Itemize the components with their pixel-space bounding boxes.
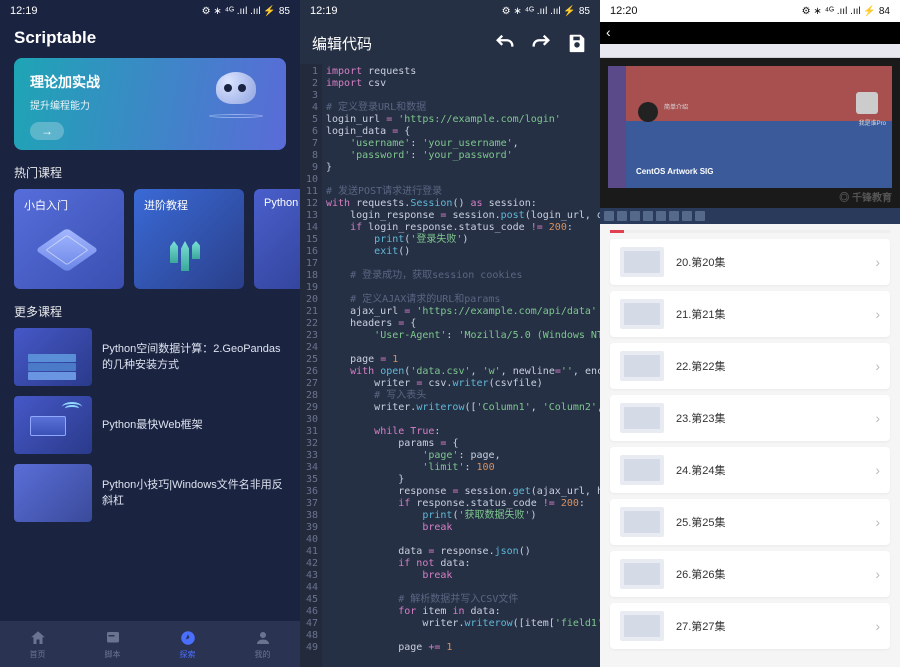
redo-icon[interactable] [530, 32, 552, 54]
desktop-taskbar [600, 208, 900, 224]
episode-title: 25.第25集 [676, 514, 863, 530]
cube-icon [40, 225, 96, 275]
chevron-right-icon: › [875, 358, 880, 374]
hot-courses-row[interactable]: 小白入门 进阶教程 Python [0, 189, 300, 303]
key-icon [638, 102, 658, 122]
video-course-panel: 12:20 ⚙ ∗ ⁴ᴳ .ııl .ııl ⚡ 84 ‹ 简单介绍 我是谁Pr… [600, 0, 900, 667]
more-courses-label: 更多课程 [0, 303, 300, 328]
course-card-python[interactable]: Python [254, 189, 300, 289]
code-content[interactable]: import requestsimport csv # 定义登录URL和数据lo… [322, 64, 600, 667]
status-time: 12:19 [10, 5, 38, 17]
course-list[interactable]: Python空间数据计算：2.GeoPandas的几种安装方式 Python最快… [0, 328, 300, 522]
episode-item[interactable]: 21.第21集 › [610, 291, 890, 337]
code-editor-panel: 12:19 ⚙ ∗ ⁴ᴳ .ııl .ııl ⚡ 85 编辑代码 1234567… [300, 0, 600, 667]
episode-title: 24.第24集 [676, 462, 863, 478]
status-bar: 12:19 ⚙ ∗ ⁴ᴳ .ııl .ııl ⚡ 85 [300, 0, 600, 22]
episode-title: 27.第27集 [676, 618, 863, 634]
crystals-icon [160, 225, 216, 275]
status-time: 12:20 [610, 5, 638, 17]
list-item[interactable]: Python小技巧|Windows文件名非用反斜杠 [14, 464, 286, 522]
back-chevron-icon[interactable]: ‹ [606, 24, 611, 40]
window-chrome [600, 44, 900, 58]
watermark: ◎ 千锋教育 [839, 189, 892, 204]
video-caption: CentOS Artwork SIG [636, 167, 714, 176]
scriptable-app-panel: 12:19 ⚙ ∗ ⁴ᴳ .ııl .ııl ⚡ 85 Scriptable 理… [0, 0, 300, 667]
chevron-right-icon: › [875, 514, 880, 530]
list-item[interactable]: Python最快Web框架 [14, 396, 286, 454]
course-thumb [14, 464, 92, 522]
status-bar: 12:19 ⚙ ∗ ⁴ᴳ .ııl .ııl ⚡ 85 [0, 0, 300, 22]
back-bar: ‹ [600, 22, 900, 44]
hero-banner[interactable]: 理论加实战 提升编程能力 → [14, 58, 286, 150]
undo-icon[interactable] [494, 32, 516, 54]
video-text-left: 简单介绍 [664, 102, 688, 111]
status-bar: 12:20 ⚙ ∗ ⁴ᴳ .ııl .ııl ⚡ 84 [600, 0, 900, 22]
tab-scripts[interactable]: 脚本 [75, 621, 150, 667]
video-frame: 简单介绍 我是谁Pro CentOS Artwork SIG [608, 66, 892, 188]
episode-thumb [620, 299, 664, 329]
script-icon [104, 629, 122, 647]
course-thumb [14, 396, 92, 454]
chevron-right-icon: › [875, 254, 880, 270]
episode-item[interactable]: 20.第20集 › [610, 239, 890, 285]
tab-home[interactable]: 首页 [0, 621, 75, 667]
home-icon [29, 629, 47, 647]
episode-thumb [620, 247, 664, 277]
episode-item[interactable]: 26.第26集 › [610, 551, 890, 597]
hero-arrow-button[interactable]: → [30, 122, 64, 140]
episode-thumb [620, 559, 664, 589]
status-right: ⚙ ∗ ⁴ᴳ .ııl .ııl ⚡ 84 [802, 6, 890, 17]
course-title: Python空间数据计算：2.GeoPandas的几种安装方式 [102, 341, 286, 374]
episode-thumb [620, 351, 664, 381]
episode-title: 22.第22集 [676, 358, 863, 374]
editor-title: 编辑代码 [312, 33, 480, 54]
status-right: ⚙ ∗ ⁴ᴳ .ııl .ııl ⚡ 85 [502, 6, 590, 17]
compass-icon [179, 629, 197, 647]
chevron-right-icon: › [875, 462, 880, 478]
course-title: Python最快Web框架 [102, 417, 203, 434]
video-progress[interactable] [610, 230, 890, 233]
episode-title: 21.第21集 [676, 306, 863, 322]
code-area[interactable]: 1234567891011121314151617181920212223242… [300, 64, 600, 667]
status-right: ⚙ ∗ ⁴ᴳ .ııl .ııl ⚡ 85 [202, 6, 290, 17]
chevron-right-icon: › [875, 410, 880, 426]
hot-courses-label: 热门课程 [0, 164, 300, 189]
episode-title: 20.第20集 [676, 254, 863, 270]
episode-item[interactable]: 22.第22集 › [610, 343, 890, 389]
list-item[interactable]: Python空间数据计算：2.GeoPandas的几种安装方式 [14, 328, 286, 386]
chevron-right-icon: › [875, 306, 880, 322]
course-thumb [14, 328, 92, 386]
save-icon[interactable] [566, 32, 588, 54]
line-gutter: 1234567891011121314151617181920212223242… [300, 64, 322, 667]
episode-thumb [620, 403, 664, 433]
episode-thumb [620, 507, 664, 537]
episode-item[interactable]: 23.第23集 › [610, 395, 890, 441]
chevron-right-icon: › [875, 566, 880, 582]
episode-item[interactable]: 25.第25集 › [610, 499, 890, 545]
app-title: Scriptable [0, 22, 300, 58]
robot-illustration [204, 72, 268, 136]
episode-list[interactable]: 20.第20集 › 21.第21集 › 22.第22集 › 23.第23集 › 24.第24集 ›… [600, 235, 900, 667]
editor-header: 编辑代码 [300, 22, 600, 64]
course-card-beginner[interactable]: 小白入门 [14, 189, 124, 289]
episode-title: 26.第26集 [676, 566, 863, 582]
video-text-right: 我是谁Pro [859, 118, 886, 127]
status-time: 12:19 [310, 5, 338, 17]
tab-profile[interactable]: 我的 [225, 621, 300, 667]
tab-explore[interactable]: 探索 [150, 621, 225, 667]
course-card-advanced[interactable]: 进阶教程 [134, 189, 244, 289]
episode-item[interactable]: 24.第24集 › [610, 447, 890, 493]
course-title: Python小技巧|Windows文件名非用反斜杠 [102, 477, 286, 510]
episode-thumb [620, 611, 664, 641]
avatar-icon [856, 92, 878, 114]
episode-title: 23.第23集 [676, 410, 863, 426]
bottom-tab-bar: 首页 脚本 探索 我的 [0, 621, 300, 667]
video-player[interactable]: 简单介绍 我是谁Pro CentOS Artwork SIG ◎ 千锋教育 [600, 58, 900, 208]
chevron-right-icon: › [875, 618, 880, 634]
person-icon [254, 629, 272, 647]
episode-item[interactable]: 27.第27集 › [610, 603, 890, 649]
episode-thumb [620, 455, 664, 485]
